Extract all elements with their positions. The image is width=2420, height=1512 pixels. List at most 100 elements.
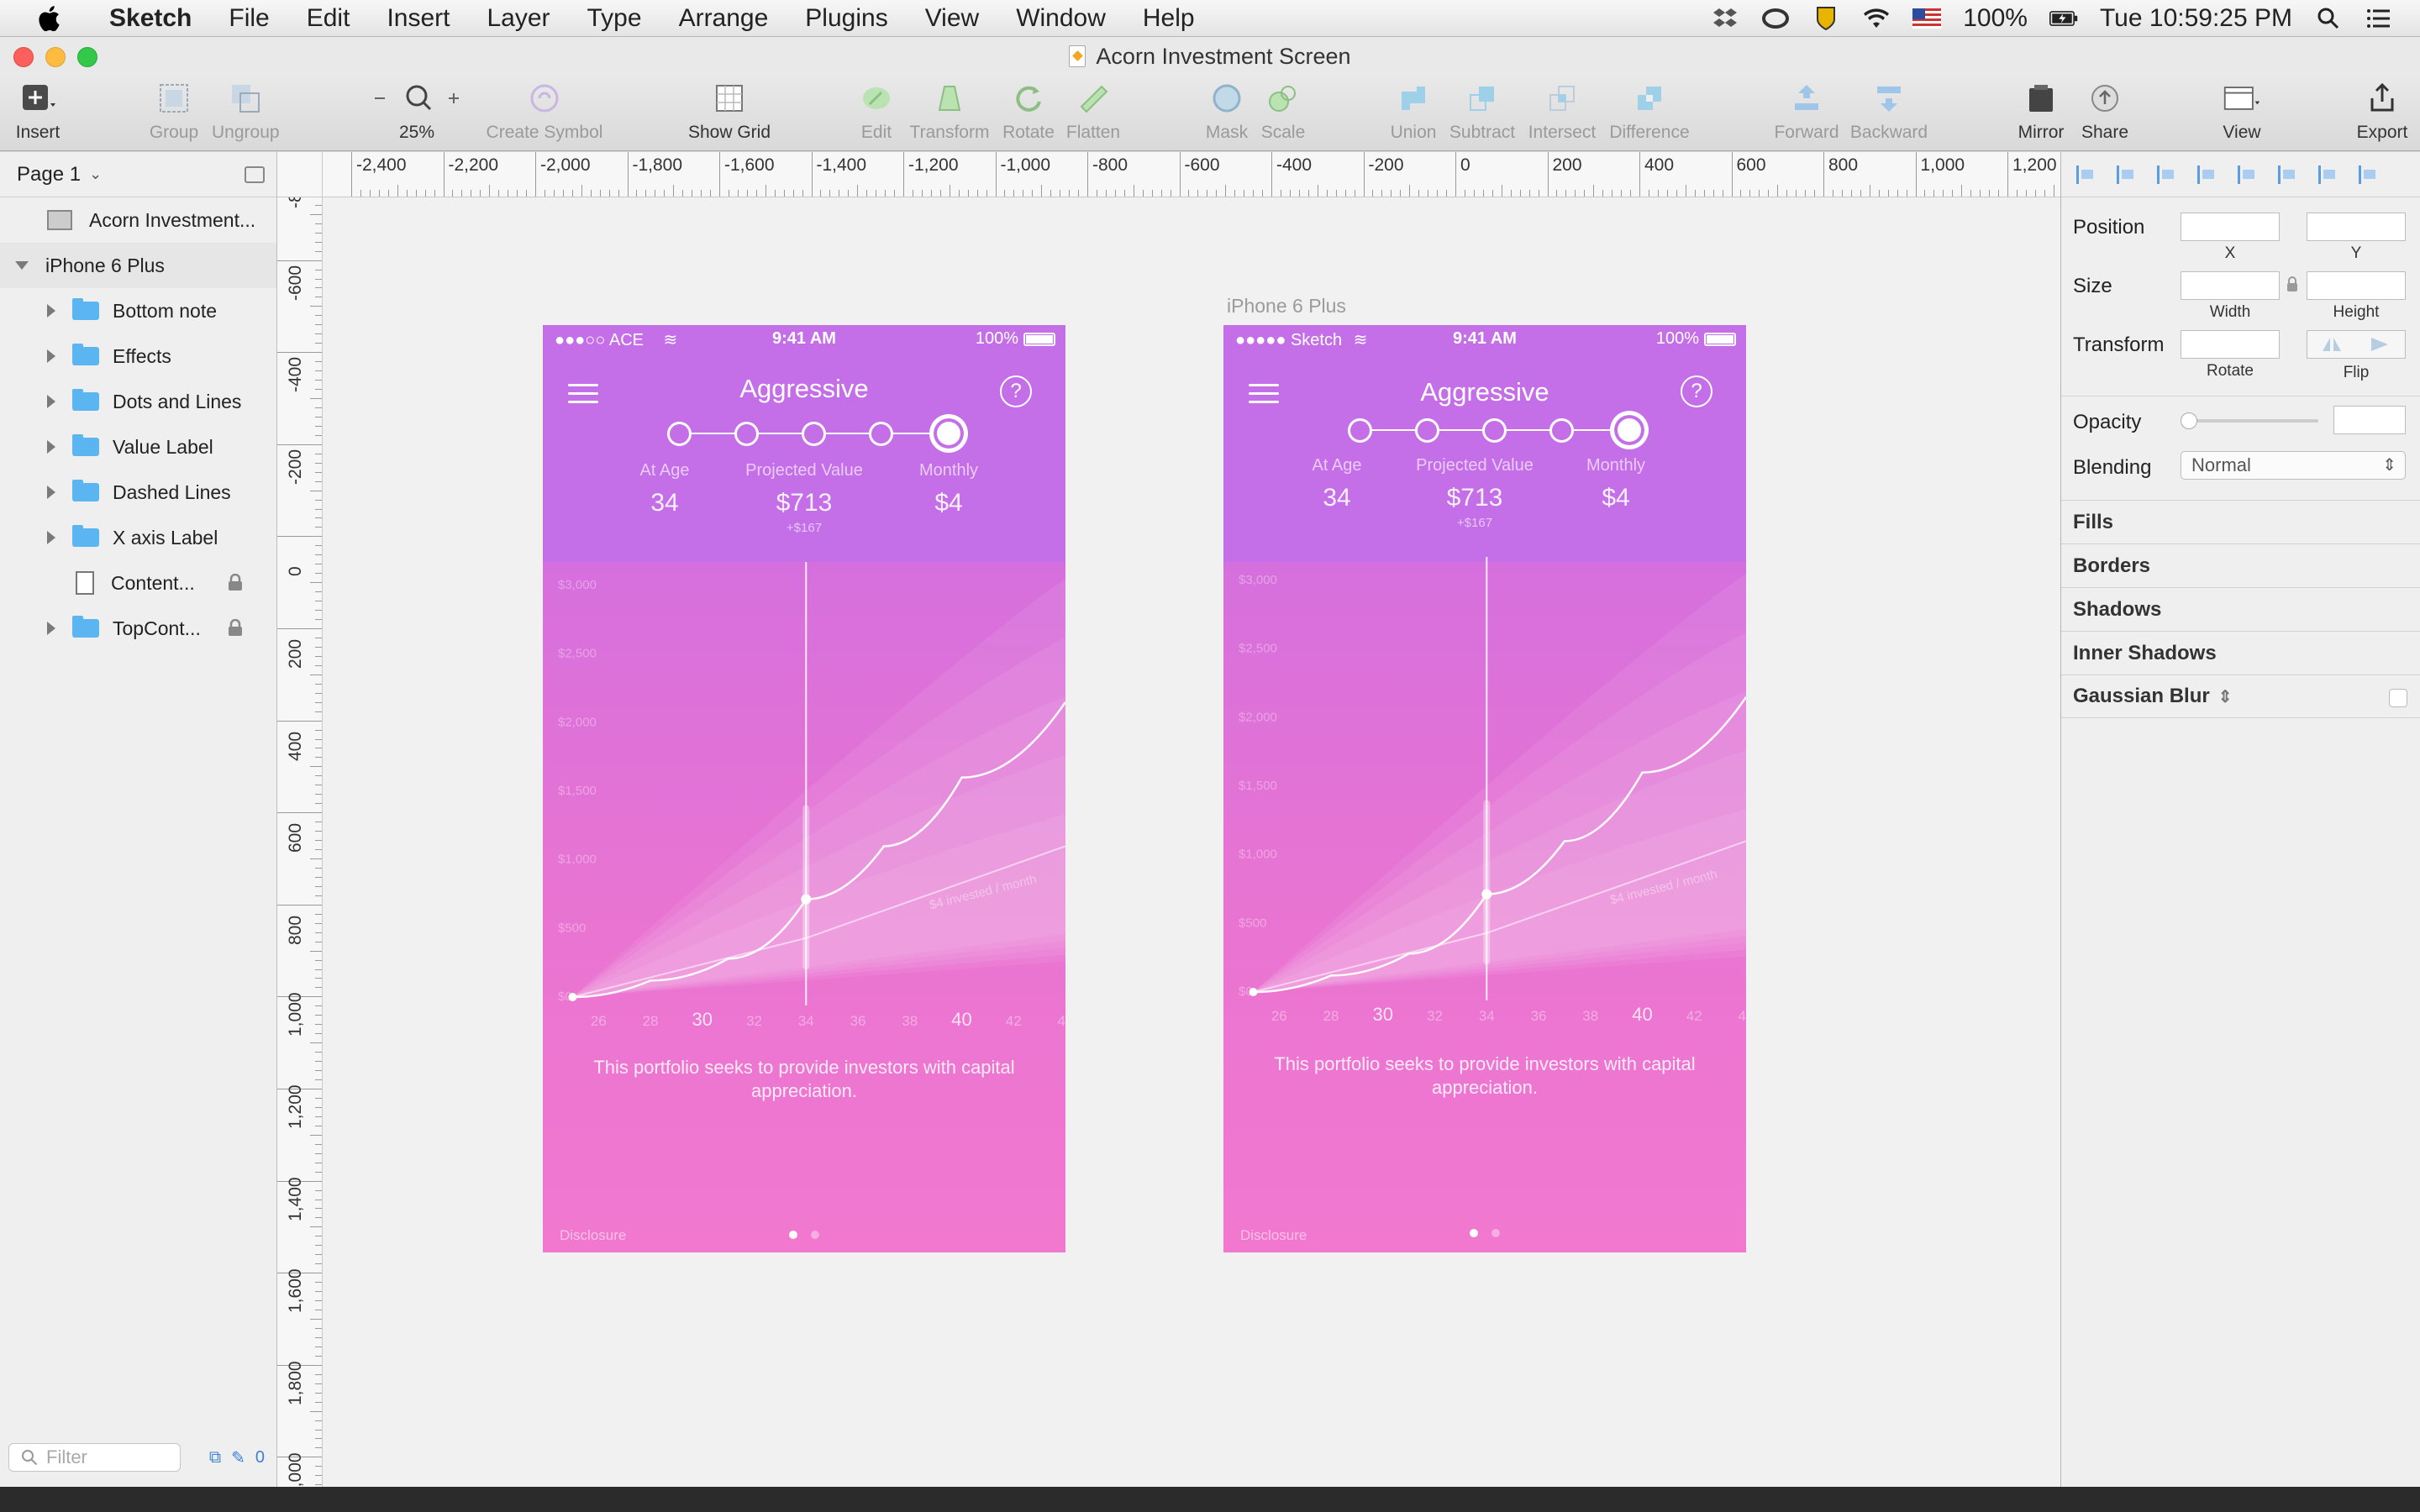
toggle-pages-icon[interactable]: [245, 166, 265, 183]
us-flag-icon[interactable]: [1912, 6, 1942, 31]
disclosure-triangle-icon[interactable]: [47, 440, 55, 454]
wifi-icon[interactable]: [1862, 6, 1891, 31]
gaussian-blur-section[interactable]: Gaussian Blur ⇕: [2061, 675, 2420, 718]
ungroup-button[interactable]: Ungroup: [212, 79, 280, 143]
disclosure-triangle-icon[interactable]: [47, 395, 55, 408]
layer-item[interactable]: Effects: [0, 333, 276, 379]
borders-section[interactable]: Borders: [2061, 543, 2420, 587]
layer-item[interactable]: TopCont...: [0, 606, 276, 651]
distribute-vertical-icon[interactable]: [2117, 165, 2135, 184]
position-x-field[interactable]: [2181, 213, 2280, 241]
transform-button[interactable]: Transform: [909, 79, 990, 143]
risk-dot-4[interactable]: [1549, 418, 1574, 443]
layer-filter-input[interactable]: Filter: [8, 1443, 181, 1472]
notification-center-icon[interactable]: [2365, 6, 2393, 31]
lock-icon[interactable]: [228, 619, 243, 636]
risk-dot-5-selected[interactable]: [931, 416, 966, 451]
layer-item[interactable]: Acorn Investment...: [0, 197, 276, 243]
layer-item[interactable]: Dots and Lines: [0, 379, 276, 424]
group-button[interactable]: Group: [145, 79, 203, 143]
shadows-section[interactable]: Shadows: [2061, 587, 2420, 631]
menu-file[interactable]: File: [210, 4, 287, 33]
backward-button[interactable]: Backward: [1849, 79, 1929, 143]
canvas[interactable]: iPhone 6 Plus ●●●○○ ACE ≋ 9:41 AM 100% A…: [323, 197, 2060, 1487]
artboard-title[interactable]: iPhone 6 Plus: [1227, 295, 1346, 318]
position-y-field[interactable]: [2307, 213, 2406, 241]
width-field[interactable]: [2181, 271, 2280, 300]
difference-button[interactable]: Difference: [1607, 79, 1692, 143]
opacity-slider-handle[interactable]: [2181, 412, 2197, 429]
zoom-control[interactable]: 25%: [366, 79, 467, 143]
menu-view[interactable]: View: [907, 4, 997, 33]
layer-item[interactable]: Value Label: [0, 424, 276, 470]
menu-layer[interactable]: Layer: [468, 4, 568, 33]
clock[interactable]: Tue 10:59:25 PM: [2100, 4, 2292, 33]
blending-select[interactable]: Normal ⇕: [2181, 451, 2406, 480]
share-button[interactable]: Share: [2079, 79, 2131, 143]
menu-arrange[interactable]: Arrange: [660, 4, 787, 33]
risk-dot-3[interactable]: [802, 422, 826, 446]
layer-item[interactable]: Content...: [0, 560, 276, 606]
vertical-ruler[interactable]: -800 -600 -400 -200 0 200 400 600 800 1,000 1,200 1…: [277, 197, 323, 1487]
risk-level-selector[interactable]: [1348, 412, 1647, 448]
risk-dot-2[interactable]: [1415, 418, 1439, 443]
help-icon[interactable]: ?: [1000, 375, 1032, 407]
export-button[interactable]: Export: [2354, 79, 2410, 143]
page-selector[interactable]: Page 1 ⌄: [0, 152, 276, 197]
align-left-icon[interactable]: [2157, 165, 2175, 184]
page-indicator[interactable]: [543, 1231, 1065, 1239]
opacity-slider-track[interactable]: [2184, 419, 2318, 423]
spotlight-search-icon[interactable]: [2314, 6, 2343, 31]
layer-item[interactable]: X axis Label: [0, 515, 276, 560]
rotate-button[interactable]: Rotate: [1002, 79, 1055, 143]
menu-plugins[interactable]: Plugins: [786, 4, 906, 33]
help-icon[interactable]: ?: [1681, 375, 1712, 407]
risk-dot-2[interactable]: [734, 422, 759, 446]
close-window-button[interactable]: [13, 47, 34, 67]
insert-button[interactable]: Insert: [12, 79, 64, 143]
battery-charging-icon[interactable]: [2049, 6, 2078, 31]
duplicate-pages-icon[interactable]: ⧉: [209, 1448, 221, 1467]
phone-screen-2[interactable]: ●●●●● Sketch ≋ 9:41 AM 100% Aggressive ?…: [1223, 325, 1746, 1252]
rotate-field[interactable]: [2181, 330, 2280, 359]
creative-cloud-icon[interactable]: [1761, 6, 1790, 31]
disclosure-triangle-icon[interactable]: [47, 349, 55, 363]
mask-button[interactable]: Mask: [1205, 79, 1249, 143]
lock-proportions-icon[interactable]: [2286, 276, 2298, 291]
risk-dot-1[interactable]: [1348, 418, 1372, 443]
flip-control[interactable]: [2307, 330, 2406, 359]
zoom-window-button[interactable]: [77, 47, 97, 67]
risk-dot-1[interactable]: [667, 422, 692, 446]
menu-window[interactable]: Window: [997, 4, 1124, 33]
disclosure-triangle-icon[interactable]: [47, 486, 55, 499]
lock-icon[interactable]: [228, 574, 243, 591]
menu-edit[interactable]: Edit: [288, 4, 369, 33]
flatten-button[interactable]: Flatten: [1064, 79, 1123, 143]
menu-type[interactable]: Type: [569, 4, 660, 33]
align-center-icon[interactable]: [2197, 165, 2216, 184]
artboard-item[interactable]: iPhone 6 Plus: [0, 243, 276, 288]
pencil-icon[interactable]: ✎: [231, 1447, 245, 1468]
forward-button[interactable]: Forward: [1771, 79, 1842, 143]
risk-dot-4[interactable]: [869, 422, 893, 446]
disclosure-triangle-icon[interactable]: [15, 261, 29, 270]
subtract-button[interactable]: Subtract: [1449, 79, 1516, 143]
enable-blur-checkbox[interactable]: [2389, 689, 2407, 707]
minimize-window-button[interactable]: [45, 47, 66, 67]
layer-item[interactable]: Dashed Lines: [0, 470, 276, 515]
edit-button[interactable]: Edit: [855, 79, 897, 143]
risk-level-selector[interactable]: [667, 416, 966, 451]
menu-insert[interactable]: Insert: [368, 4, 468, 33]
disclosure-triangle-icon[interactable]: [47, 304, 55, 318]
layer-item[interactable]: Bottom note: [0, 288, 276, 333]
projection-chart[interactable]: $3,000$2,500$2,000$1,500$1,000$500$026 28…: [1223, 557, 1746, 1027]
page-indicator[interactable]: [1223, 1229, 1746, 1237]
mirror-button[interactable]: Mirror: [2015, 79, 2067, 143]
height-field[interactable]: [2307, 271, 2406, 300]
align-middle-icon[interactable]: [2318, 165, 2337, 184]
flip-vertical-icon[interactable]: [2370, 336, 2391, 353]
union-button[interactable]: Union: [1388, 79, 1439, 143]
create-symbol-button[interactable]: Create Symbol: [486, 79, 603, 143]
scale-button[interactable]: Scale: [1260, 79, 1306, 143]
intersect-button[interactable]: Intersect: [1524, 79, 1600, 143]
